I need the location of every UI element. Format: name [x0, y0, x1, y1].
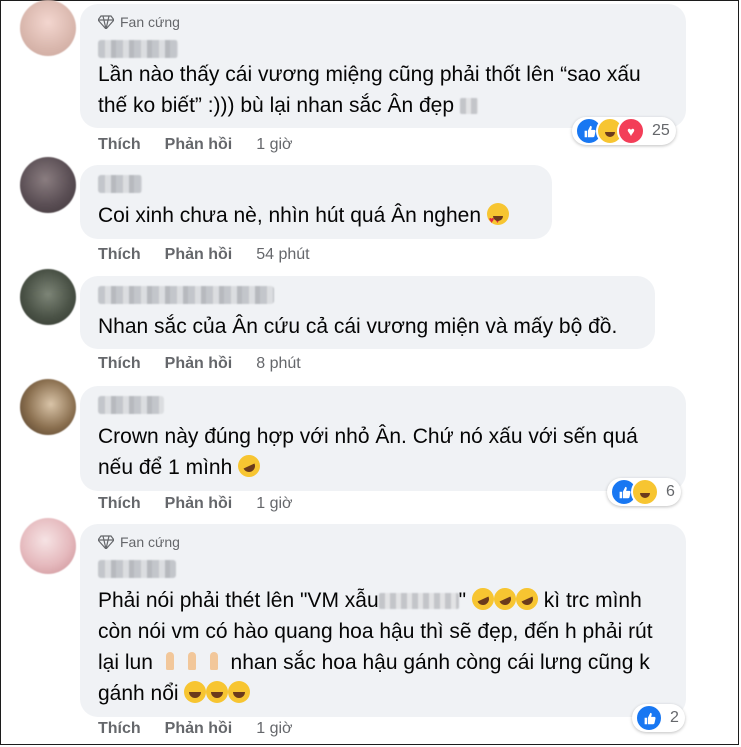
reaction-summary[interactable]: 6	[607, 478, 681, 506]
redacted-text	[459, 98, 478, 115]
like-reaction-icon	[635, 704, 663, 732]
heart-eyes-emoji-icon	[486, 203, 509, 236]
like-button[interactable]: Thích	[98, 495, 141, 513]
comment-text: Phải nói phải thét lên "VM xẫu " kì trc m…	[98, 584, 672, 709]
rofl-emoji-icon	[234, 451, 264, 481]
like-button[interactable]: Thích	[98, 136, 141, 154]
commenter-name[interactable]	[98, 40, 178, 58]
pray-emoji-icon	[203, 650, 225, 672]
love-reaction-icon: ♥	[617, 117, 645, 145]
comment-bubble: Coi xinh chưa nè, nhìn hút quá Ân nghen	[80, 165, 552, 239]
avatar[interactable]	[20, 518, 76, 574]
like-button[interactable]: Thích	[98, 355, 141, 373]
fan-badge-label: Fan cứng	[120, 14, 180, 30]
avatar[interactable]	[20, 157, 76, 213]
haha-reaction-icon	[631, 478, 659, 506]
fan-badge-label: Fan cứng	[120, 534, 180, 550]
comment-time[interactable]: 1 giờ	[256, 720, 292, 738]
reaction-count: 25	[652, 122, 670, 139]
comment-text: Coi xinh chưa nè, nhìn hút quá Ân nghen	[98, 200, 538, 236]
diamond-icon	[98, 535, 114, 549]
laughing-emoji-icon	[206, 681, 229, 703]
comment-bubble: Fan cứng Lần nào thấy cái vương miệng cũ…	[80, 4, 686, 128]
comment-time[interactable]: 8 phút	[256, 355, 300, 373]
comment-bubble: Nhan sắc của Ân cứu cả cái vương miện và…	[80, 276, 655, 349]
comment-actions: Thích Phản hồi 1 giờ	[98, 495, 293, 513]
comment-actions: Thích Phản hồi 1 giờ	[98, 720, 293, 738]
avatar[interactable]	[20, 269, 76, 325]
reaction-count: 2	[670, 709, 679, 726]
comment-time[interactable]: 54 phút	[256, 246, 309, 264]
reaction-summary[interactable]: 2	[632, 704, 685, 732]
commenter-name[interactable]	[98, 175, 142, 193]
comment-time[interactable]: 1 giờ	[256, 495, 292, 513]
comment-actions: Thích Phản hồi 1 giờ	[98, 136, 293, 154]
reply-button[interactable]: Phản hồi	[165, 495, 233, 513]
laughing-emoji-icon	[228, 681, 251, 703]
pray-emoji-icon	[181, 650, 203, 672]
fan-badge: Fan cứng	[98, 14, 180, 30]
reply-button[interactable]: Phản hồi	[165, 136, 233, 154]
diamond-icon	[98, 15, 114, 29]
fan-badge: Fan cứng	[98, 534, 180, 550]
laughing-emoji-icon	[184, 681, 207, 703]
pray-emoji-icon	[159, 650, 181, 672]
comment-actions: Thích Phản hồi 54 phút	[98, 246, 310, 264]
reply-button[interactable]: Phản hồi	[165, 355, 233, 373]
avatar[interactable]	[20, 379, 76, 435]
like-button[interactable]: Thích	[98, 246, 141, 264]
reaction-summary[interactable]: ♥ 25	[572, 117, 676, 145]
reaction-count: 6	[666, 483, 675, 500]
comment-time[interactable]: 1 giờ	[256, 136, 292, 154]
comment-text: Lần nào thấy cái vương miệng cũng phải t…	[98, 63, 641, 117]
reply-button[interactable]: Phản hồi	[165, 246, 233, 264]
commenter-name[interactable]	[98, 396, 164, 414]
redacted-text	[378, 593, 459, 610]
comment-bubble: Fan cứng Phải nói phải thét lên "VM xẫu "…	[80, 524, 686, 717]
comment-text: Nhan sắc của Ân cứu cả cái vương miện và…	[98, 315, 618, 338]
reply-button[interactable]: Phản hồi	[165, 720, 233, 738]
comment-actions: Thích Phản hồi 8 phút	[98, 355, 301, 373]
commenter-name[interactable]	[98, 560, 176, 578]
commenter-name[interactable]	[98, 286, 274, 304]
comment-text: Crown này đúng hợp với nhỏ Ân. Chứ nó xấ…	[98, 425, 638, 481]
avatar[interactable]	[20, 0, 76, 56]
comment-bubble: Crown này đúng hợp với nhỏ Ân. Chứ nó xấ…	[80, 386, 686, 491]
like-button[interactable]: Thích	[98, 720, 141, 738]
